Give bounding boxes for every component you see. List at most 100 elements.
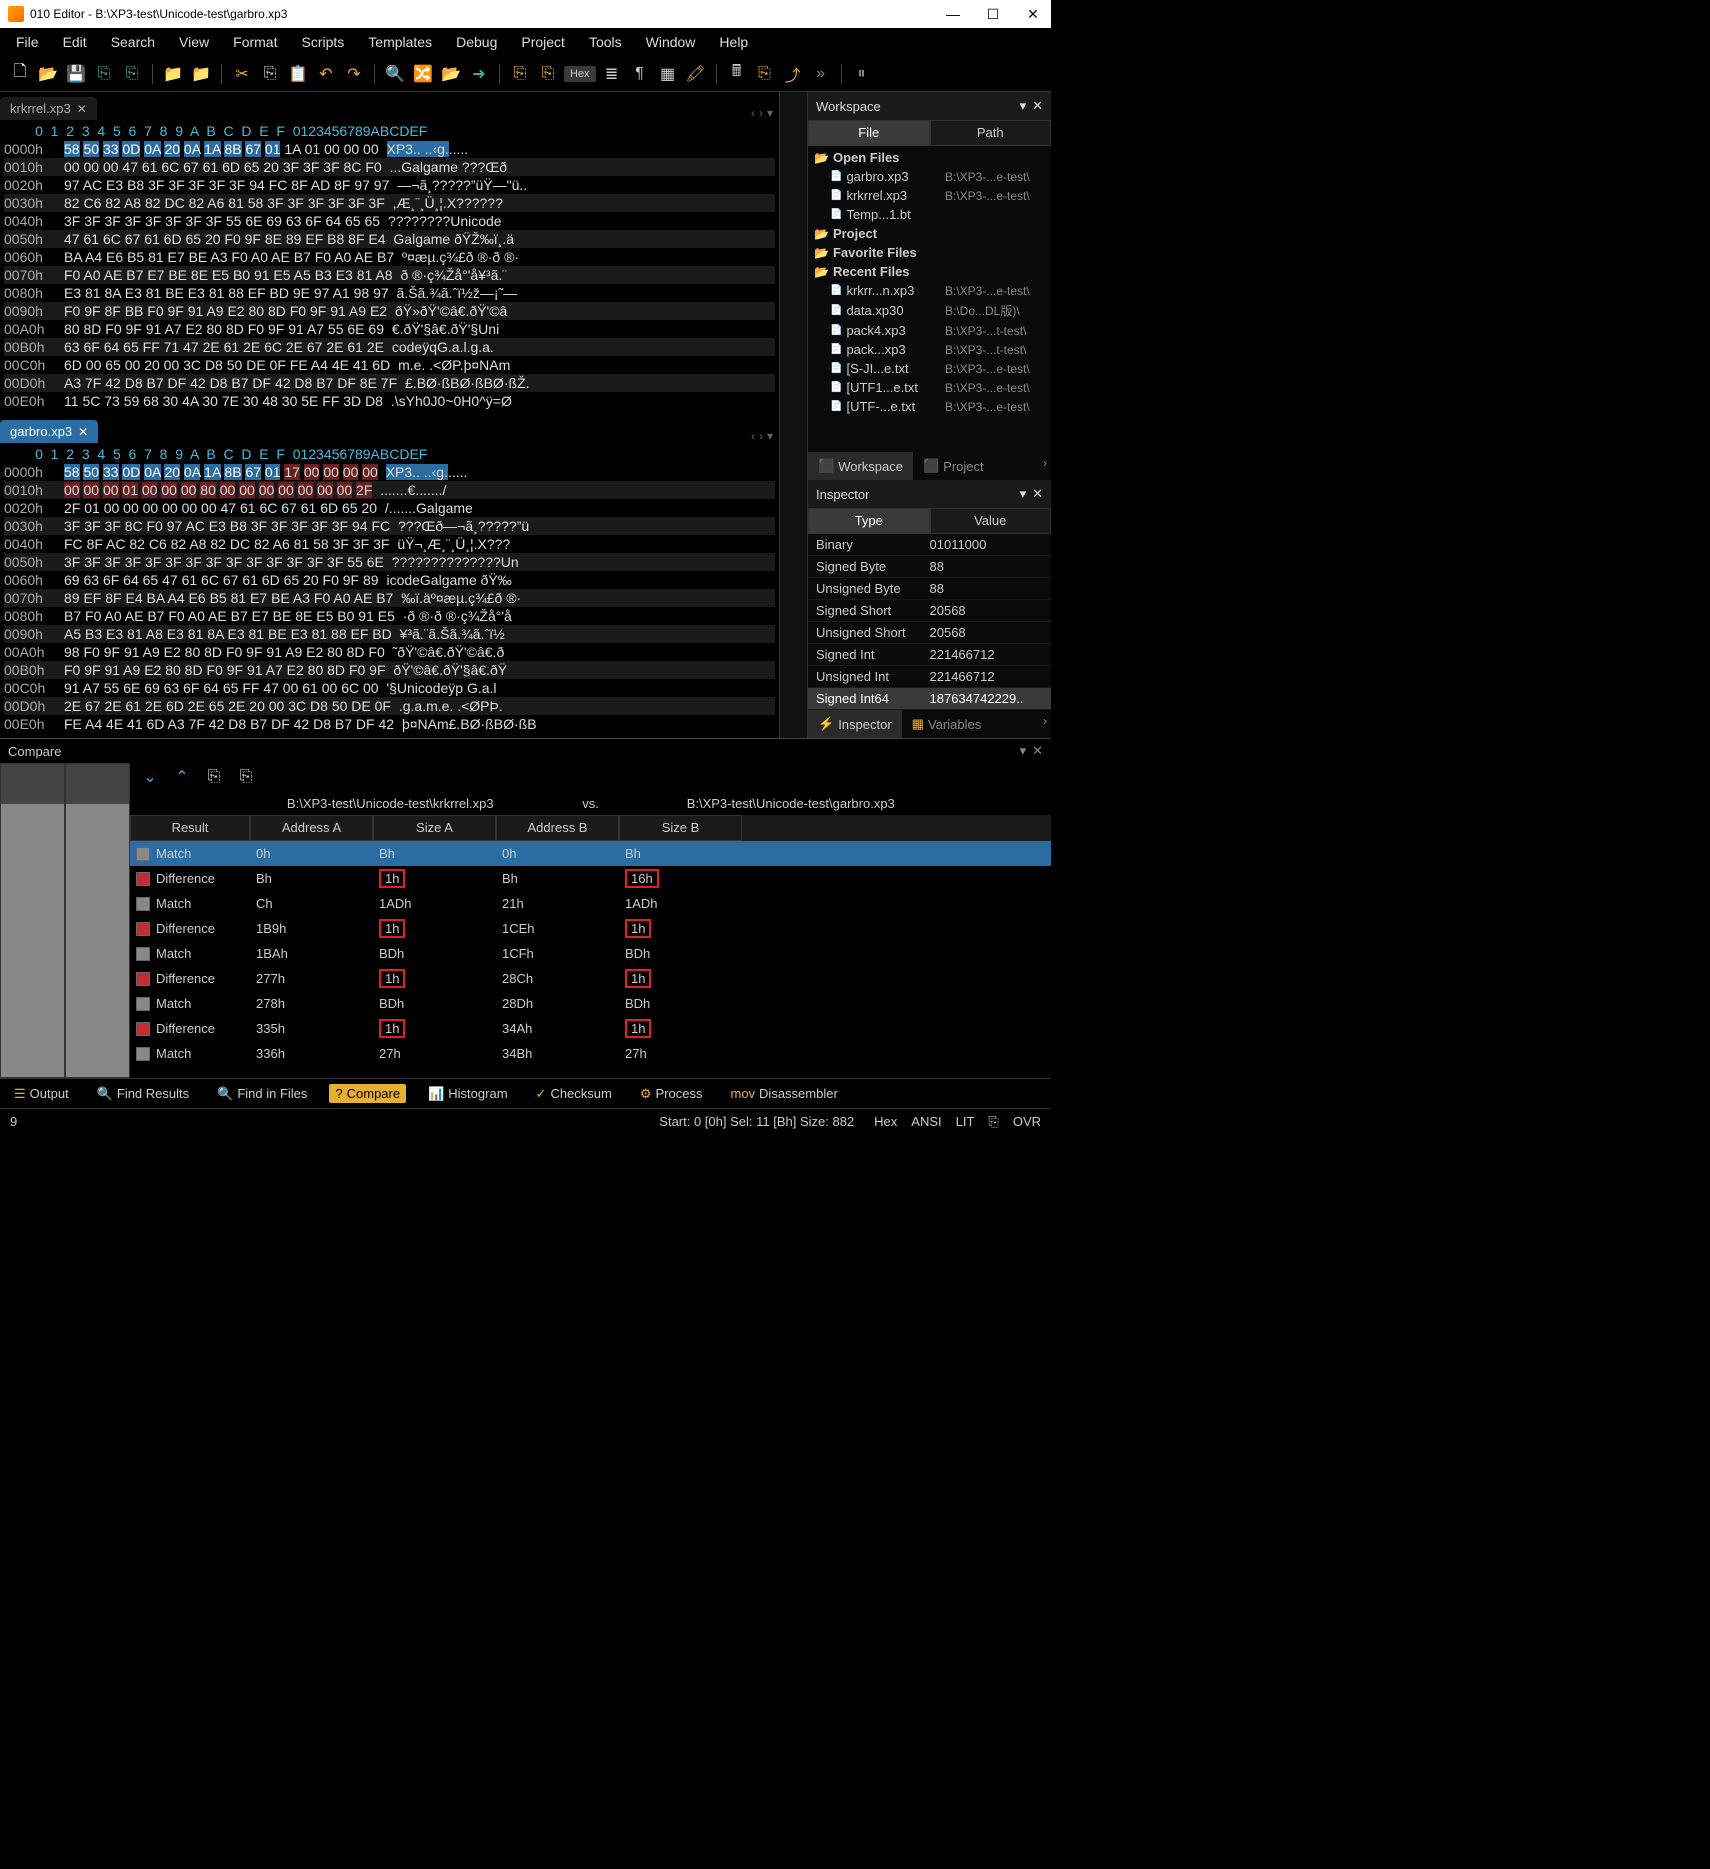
bottom-tab-disassembler[interactable]: movDisassembler [724,1084,843,1103]
tab-variables[interactable]: ▦Variables [902,710,992,738]
tab-workspace[interactable]: ⬛Workspace [808,452,913,480]
bottom-tab-histogram[interactable]: 📊Histogram [422,1084,513,1104]
compare-row[interactable]: Match 0h Bh 0h Bh [130,841,1051,866]
file-item[interactable]: 📄data.xp30B:\Do...DL版)\ [810,300,1049,321]
maximize-button[interactable]: ☐ [983,6,1003,23]
menu-debug[interactable]: Debug [444,30,509,54]
menu-edit[interactable]: Edit [51,30,99,54]
calc-icon[interactable]: 🖩 [725,62,749,86]
close-icon[interactable]: ✕ [1032,743,1043,759]
inspector-row[interactable]: Unsigned Short20568 [808,622,1051,644]
file-item[interactable]: 📄garbro.xp3B:\XP3-...e-test\ [810,167,1049,186]
redo-icon[interactable]: ↷ [342,62,366,86]
path-header[interactable]: Path [930,120,1052,146]
menu-tools[interactable]: Tools [577,30,634,54]
menu-icon[interactable]: ▾ [767,106,773,120]
prev-icon[interactable]: ‹ [751,106,755,120]
compare-header[interactable]: Address B [496,815,619,841]
bottom-tab-compare[interactable]: ?Compare [329,1084,406,1103]
compare-icon[interactable]: ⎘ [508,62,532,86]
bottom-tab-output[interactable]: ☰Output [8,1084,75,1104]
tab-project[interactable]: ⬛Project [913,452,994,480]
cut-icon[interactable]: ✂ [230,62,254,86]
cols-icon[interactable]: ▦ [656,62,680,86]
inspector-row[interactable]: Unsigned Int221466712 [808,666,1051,688]
file-item[interactable]: 📄Temp...1.bt [810,205,1049,224]
compare-row[interactable]: Difference 277h 1h 28Ch 1h [130,966,1051,991]
minimap[interactable] [779,92,807,738]
find-icon[interactable]: 🔍 [383,62,407,86]
compare-header[interactable]: Result [130,815,250,841]
expand-icon[interactable]: ⌃ [170,765,194,789]
bottom-tab-process[interactable]: ⚙Process [634,1084,709,1104]
inspector-table[interactable]: Binary01011000Signed Byte88Unsigned Byte… [808,534,1051,710]
type-header[interactable]: Type [808,508,930,534]
compare-header[interactable]: Size A [373,815,496,841]
highlight-icon[interactable]: 🖍 [684,62,708,86]
file-item[interactable]: 📄pack...xp3B:\XP3-...t-test\ [810,340,1049,359]
find-files-icon[interactable]: 📂 [439,62,463,86]
status-item[interactable]: ⎘ [988,1114,998,1130]
menu-view[interactable]: View [167,30,221,54]
new-icon[interactable]: 🗋 [8,62,32,86]
compare-row[interactable]: Difference 1B9h 1h 1CEh 1h [130,916,1051,941]
inspector-row[interactable]: Signed Int64187634742229.. [808,688,1051,710]
inspector-row[interactable]: Signed Int221466712 [808,644,1051,666]
status-item[interactable]: Hex [874,1114,897,1130]
file-item[interactable]: 📄pack4.xp3B:\XP3-...t-test\ [810,321,1049,340]
folder-icon[interactable]: 📁 [161,62,185,86]
compare-row[interactable]: Difference Bh 1h Bh 16h [130,866,1051,891]
hist-icon[interactable]: ⎘ [536,62,560,86]
workspace-tree[interactable]: 📂Open Files📄garbro.xp3B:\XP3-...e-test\📄… [808,146,1051,452]
inspector-row[interactable]: Signed Byte88 [808,556,1051,578]
pin-icon[interactable]: ▾ [1020,743,1027,759]
more-icon[interactable]: » [809,62,833,86]
inspector-row[interactable]: Signed Short20568 [808,600,1051,622]
save-all-icon[interactable]: ⎘ [92,62,116,86]
menu-window[interactable]: Window [634,30,708,54]
bottom-tab-find-results[interactable]: 🔍Find Results [91,1084,195,1104]
hex-view-bottom[interactable]: 0 1 2 3 4 5 6 7 8 9 A B C D E F 01234567… [0,443,779,738]
pause-icon[interactable]: ⏸ [850,62,874,86]
inspector-row[interactable]: Unsigned Byte88 [808,578,1051,600]
bottom-tab-checksum[interactable]: ✓Checksum [530,1084,618,1104]
status-item[interactable]: OVR [1013,1114,1041,1130]
compare-map[interactable] [0,763,130,1078]
pin-icon[interactable]: ▾ [1020,98,1027,114]
file-item[interactable]: 📄krkrrel.xp3B:\XP3-...e-test\ [810,186,1049,205]
cmp2-icon[interactable]: ⎘ [753,62,777,86]
next-icon[interactable]: › [759,429,763,443]
file-header[interactable]: File [808,120,930,146]
align-icon[interactable]: ≣ [600,62,624,86]
tab-inspector[interactable]: ⚡Inspector [808,710,902,738]
compare-row[interactable]: Match 278h BDh 28Dh BDh [130,991,1051,1016]
close-icon[interactable]: ✕ [1032,98,1043,114]
file-item[interactable]: 📄[UTF-...e.txtB:\XP3-...e-test\ [810,397,1049,416]
menu-help[interactable]: Help [707,30,760,54]
nav-icon[interactable]: › [1039,710,1051,738]
file-item[interactable]: 📄[S-JI...e.txtB:\XP3-...e-test\ [810,359,1049,378]
goto-icon[interactable]: ➜ [467,62,491,86]
compare-row[interactable]: Match 336h 27h 34Bh 27h [130,1041,1051,1066]
hex-view-top[interactable]: 0 1 2 3 4 5 6 7 8 9 A B C D E F 01234567… [0,120,779,415]
close-icon[interactable]: ✕ [1032,486,1043,502]
close-icon[interactable]: ✕ [77,102,87,116]
tab-garbro[interactable]: garbro.xp3 ✕ [0,420,98,443]
nav-icon[interactable]: › [1039,452,1051,480]
file-item[interactable]: 📄[UTF1...e.txtB:\XP3-...e-test\ [810,378,1049,397]
menu-templates[interactable]: Templates [356,30,444,54]
pin-icon[interactable]: ▾ [1020,486,1027,502]
next-icon[interactable]: › [759,106,763,120]
compare-table[interactable]: ResultAddress ASize AAddress BSize B Mat… [130,815,1051,1078]
compare-row[interactable]: Match 1BAh BDh 1CFh BDh [130,941,1051,966]
compare-header[interactable]: Size B [619,815,742,841]
menu-format[interactable]: Format [221,30,289,54]
bottom-tab-find-in-files[interactable]: 🔍Find in Files [211,1084,313,1104]
status-item[interactable]: ANSI [911,1114,941,1130]
copy-r-icon[interactable]: ⎘ [234,765,258,789]
compare-row[interactable]: Match Ch 1ADh 21h 1ADh [130,891,1051,916]
para-icon[interactable]: ¶ [628,62,652,86]
menu-file[interactable]: File [4,30,51,54]
menu-scripts[interactable]: Scripts [289,30,356,54]
close-button[interactable]: ✕ [1023,6,1043,23]
